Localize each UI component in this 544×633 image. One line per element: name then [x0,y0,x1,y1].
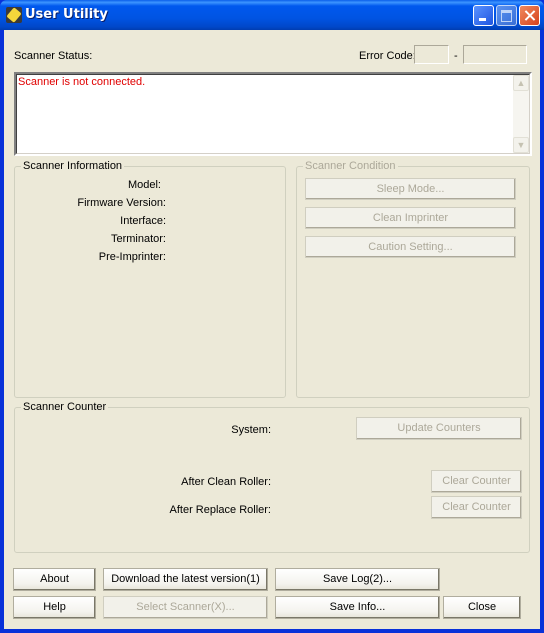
update-counters-button[interactable]: Update Counters [356,417,522,440]
clean-imprinter-button[interactable]: Clean Imprinter [305,207,516,229]
error-code-field-1 [414,45,449,64]
status-scrollbar[interactable]: ▲ ▼ [513,75,529,153]
scanner-condition-group: Scanner Condition Sleep Mode... Clean Im… [296,160,530,398]
download-latest-version-button[interactable]: Download the latest version(1) [103,568,268,591]
scanner-counter-title: Scanner Counter [21,401,109,413]
maximize-button [496,5,517,26]
select-scanner-button[interactable]: Select Scanner(X)... [103,596,268,619]
clear-counter-clean-roller-button[interactable]: Clear Counter [431,470,522,493]
scanner-information-title: Scanner Information [21,160,125,172]
title-bar[interactable]: User Utility [0,0,544,30]
sleep-mode-button[interactable]: Sleep Mode... [305,178,516,200]
scanner-condition-title: Scanner Condition [303,160,398,172]
clear-counter-replace-roller-button[interactable]: Clear Counter [431,496,522,519]
status-message-box[interactable]: Scanner is not connected. ▲ ▼ [14,72,532,156]
window-title: User Utility [25,7,108,22]
scroll-up-button[interactable]: ▲ [513,75,529,91]
close-window-button[interactable] [519,5,540,26]
system-counter-label: System: [231,424,271,436]
error-code-label: Error Code: [359,50,416,62]
help-button[interactable]: Help [13,596,96,619]
pre-imprinter-label: Pre-Imprinter: [98,251,166,263]
scroll-down-button[interactable]: ▼ [513,137,529,153]
error-code-separator: - [454,50,458,62]
scanner-status-label: Scanner Status: [14,50,93,62]
error-code-field-2 [463,45,527,64]
user-utility-window: User Utility Scanner Status: Error Code:… [0,0,544,633]
after-clean-roller-label: After Clean Roller: [181,476,271,488]
wrench-app-icon [6,7,22,23]
firmware-version-label: Firmware Version: [77,197,166,209]
close-button[interactable]: Close [443,596,521,619]
minimize-button[interactable] [473,5,494,26]
interface-label: Interface: [120,215,166,227]
after-replace-roller-label: After Replace Roller: [169,504,272,516]
caution-setting-button[interactable]: Caution Setting... [305,236,516,258]
about-button[interactable]: About [13,568,96,591]
status-message: Scanner is not connected. [18,76,146,88]
save-log-button[interactable]: Save Log(2)... [275,568,440,591]
model-label: Model: [127,179,161,191]
terminator-label: Terminator: [110,233,166,245]
client-area: Scanner Status: Error Code: - Scanner is… [4,30,540,629]
scanner-information-group: Scanner Information Model: Firmware Vers… [14,160,286,398]
save-info-button[interactable]: Save Info... [275,596,440,619]
scanner-counter-group: Scanner Counter System: Update Counters … [14,401,530,553]
